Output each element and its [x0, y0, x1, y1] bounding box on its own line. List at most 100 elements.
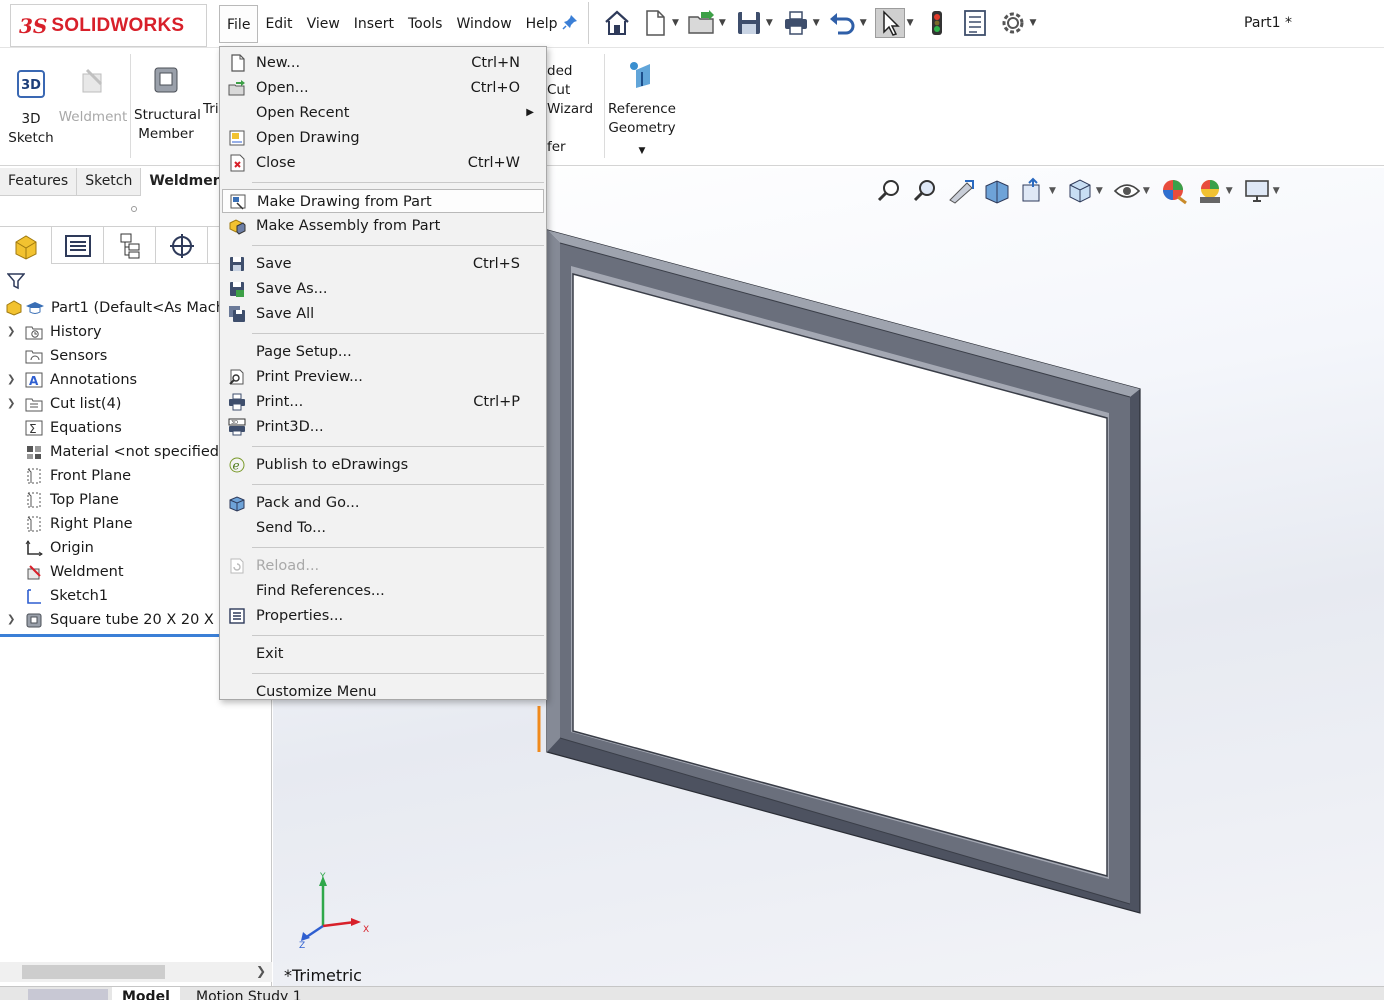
property-manager-tab[interactable] — [52, 227, 104, 264]
chevron-down-icon[interactable]: ▼ — [813, 18, 820, 28]
open-folder-icon[interactable] — [687, 8, 717, 38]
view-settings-monitor-icon[interactable] — [1241, 175, 1273, 207]
menu-item-send-to[interactable]: Send To... — [222, 516, 544, 540]
3d-sketch-button[interactable]: 3D 3D Sketch — [8, 68, 54, 148]
rebuild-traffic-light-icon[interactable] — [922, 8, 952, 38]
menu-item-label: Customize Menu — [256, 684, 377, 700]
chevron-down-icon[interactable]: ▼ — [907, 18, 914, 28]
undo-icon[interactable] — [828, 8, 858, 38]
home-icon[interactable] — [602, 8, 632, 38]
hide-show-items-icon[interactable] — [1111, 175, 1143, 207]
expand-arrow-icon[interactable]: ❯ — [7, 368, 15, 392]
chamfer-button[interactable]: fer — [547, 138, 597, 157]
pack-and-go-icon — [229, 496, 245, 512]
menu-view[interactable]: View — [300, 5, 347, 43]
menu-item-open-recent[interactable]: Open Recent ▶ — [222, 101, 544, 125]
chevron-down-icon[interactable]: ▼ — [719, 18, 726, 28]
menu-item-save-all[interactable]: Save All — [222, 302, 544, 326]
menu-item-page-setup[interactable]: Page Setup... — [222, 340, 544, 364]
apply-scene-icon[interactable] — [1194, 175, 1226, 207]
edit-appearance-icon[interactable] — [1158, 175, 1190, 207]
solidworks-logo[interactable]: 3S SOLIDWORKS — [10, 4, 207, 47]
dimxpert-manager-tab[interactable] — [156, 227, 208, 264]
menu-item-print-preview[interactable]: Print Preview... — [222, 365, 544, 389]
menu-item-label: Print Preview... — [256, 369, 363, 385]
tab-motion-study-1[interactable]: Motion Study 1 — [186, 987, 312, 1000]
file-properties-icon[interactable] — [960, 8, 990, 38]
chevron-down-icon[interactable]: ▼ — [766, 18, 773, 28]
tab-scroll-buttons[interactable] — [28, 989, 108, 1000]
menu-item-exit[interactable]: Exit — [222, 642, 544, 666]
menu-file[interactable]: File — [219, 5, 259, 43]
menu-item-save-as[interactable]: Save As... — [222, 277, 544, 301]
weldment-button[interactable]: Weldment — [58, 66, 128, 127]
expand-arrow-icon[interactable]: ❯ — [7, 320, 15, 344]
pin-menu-icon[interactable] — [562, 14, 578, 30]
menu-edit[interactable]: Edit — [258, 5, 299, 43]
ended-cut-button[interactable]: ded Cut — [547, 62, 597, 100]
scrollbar-thumb[interactable] — [22, 965, 165, 979]
expand-arrow-icon[interactable]: ❯ — [7, 392, 15, 416]
document-title: Part1 * — [1244, 15, 1292, 31]
menu-item-close[interactable]: Close Ctrl+W — [222, 151, 544, 175]
zoom-to-fit-icon[interactable] — [873, 175, 905, 207]
menu-item-customize-menu[interactable]: Customize Menu — [222, 680, 544, 704]
chevron-down-icon[interactable]: ▼ — [608, 142, 676, 161]
menu-item-open-drawing[interactable]: Open Drawing — [222, 126, 544, 150]
feature-manager-tab[interactable] — [0, 227, 52, 264]
menu-item-publish-to-edrawings[interactable]: e Publish to eDrawings — [222, 453, 544, 477]
configuration-manager-tab[interactable] — [104, 227, 156, 264]
save-all-icon — [229, 306, 245, 322]
menu-insert[interactable]: Insert — [347, 5, 401, 43]
expand-arrow-icon[interactable]: ❯ — [7, 608, 15, 632]
tab-sketch[interactable]: Sketch — [77, 168, 142, 196]
menu-item-print3d[interactable]: 3D Print3D... — [222, 415, 544, 439]
chevron-down-icon[interactable]: ▼ — [1096, 186, 1103, 196]
save-as-icon — [230, 282, 244, 297]
menu-item-new[interactable]: New... Ctrl+N — [222, 51, 544, 75]
chevron-down-icon[interactable]: ▼ — [1226, 186, 1233, 196]
chevron-down-icon[interactable]: ▼ — [1143, 186, 1150, 196]
section-view-icon[interactable] — [981, 175, 1013, 207]
scroll-right-arrow-icon[interactable]: ❯ — [256, 964, 266, 978]
menu-item-print[interactable]: Print... Ctrl+P — [222, 390, 544, 414]
toolbar-separator — [588, 2, 589, 44]
menu-item-label: Properties... — [256, 608, 344, 624]
select-cursor-icon[interactable] — [874, 8, 905, 38]
print-icon[interactable] — [781, 8, 811, 38]
menu-item-pack-and-go[interactable]: Pack and Go... — [222, 491, 544, 515]
horizontal-scrollbar[interactable]: ❯ — [0, 962, 272, 982]
chevron-down-icon[interactable]: ▼ — [860, 18, 867, 28]
menu-item-save[interactable]: Save Ctrl+S — [222, 252, 544, 276]
tree-root-label: Part1 (Default<As Machi — [51, 300, 229, 316]
chevron-down-icon[interactable]: ▼ — [672, 18, 679, 28]
chevron-down-icon[interactable]: ▼ — [1049, 186, 1056, 196]
menu-item-shortcut: Ctrl+O — [470, 80, 520, 96]
menu-item-properties[interactable]: Properties... — [222, 604, 544, 628]
reference-geometry-button[interactable]: Reference Geometry ▼ — [608, 58, 676, 161]
display-style-icon[interactable] — [1064, 175, 1096, 207]
menu-item-open[interactable]: Open... Ctrl+O — [222, 76, 544, 100]
menu-item-find-references[interactable]: Find References... — [222, 579, 544, 603]
panel-grip-handle[interactable] — [131, 206, 137, 212]
plane-icon — [27, 492, 41, 508]
tab-model[interactable]: Model — [112, 987, 180, 1000]
cut-list-icon — [25, 398, 43, 412]
save-icon[interactable] — [734, 8, 764, 38]
tab-features[interactable]: Features — [0, 168, 78, 196]
menu-item-make-drawing-from-part[interactable]: Make Drawing from Part — [222, 189, 544, 213]
previous-view-icon[interactable] — [945, 175, 977, 207]
chevron-down-icon[interactable]: ▼ — [1273, 186, 1280, 196]
structural-member-button[interactable]: Structural Member — [134, 64, 201, 144]
hole-wizard-button[interactable]: Wizard — [547, 100, 597, 119]
menu-item-make-assembly-from-part[interactable]: Make Assembly from Part — [222, 214, 544, 238]
filter-icon[interactable] — [7, 272, 25, 290]
menu-help[interactable]: Help — [519, 5, 565, 43]
chevron-down-icon[interactable]: ▼ — [1030, 18, 1037, 28]
options-gear-icon[interactable] — [998, 8, 1028, 38]
menu-tools[interactable]: Tools — [401, 5, 450, 43]
new-document-icon[interactable] — [640, 8, 670, 38]
zoom-to-area-icon[interactable] — [909, 175, 941, 207]
menu-window[interactable]: Window — [449, 5, 518, 43]
view-orientation-icon[interactable] — [1017, 175, 1049, 207]
